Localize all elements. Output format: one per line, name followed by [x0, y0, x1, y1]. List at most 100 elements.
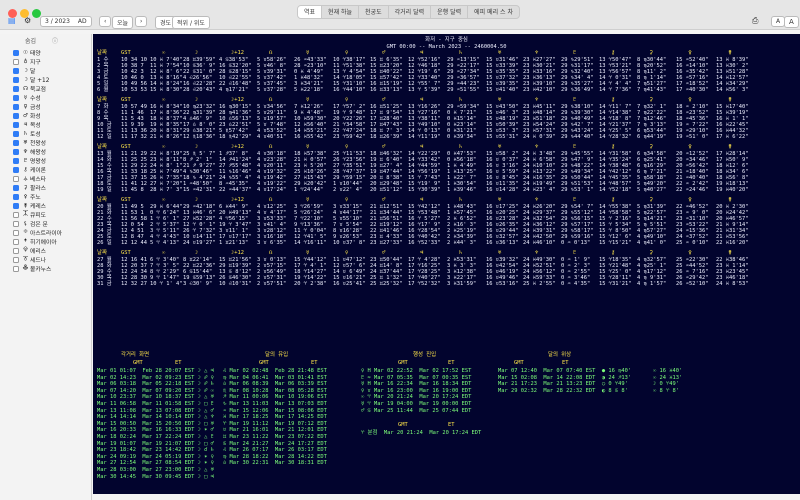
checkbox[interactable]: [13, 58, 19, 65]
sidebar-item-4[interactable]: ☊ 북교점: [13, 84, 46, 93]
sidebar-item-0[interactable]: ☉ 태양: [13, 48, 41, 57]
sidebar-item-21[interactable]: ⯒ 히기에이아: [13, 237, 57, 246]
checkbox[interactable]: [13, 103, 19, 110]
checkbox[interactable]: [13, 157, 19, 164]
sidebar-item-9[interactable]: ♄ 토성: [13, 129, 41, 138]
position-cell: 22 ♓16'20": [716, 240, 749, 246]
planet-glyph-icon: ☊: [23, 85, 28, 92]
gear-icon[interactable]: ⚙: [24, 16, 31, 25]
column-header: ♂: [382, 197, 386, 203]
column-header: ⚳: [649, 250, 653, 256]
month-field[interactable]: 3: [45, 18, 49, 25]
sidebar-item-5[interactable]: ☿ 수성: [13, 93, 41, 102]
planet-glyph-icon: ☽: [23, 76, 28, 83]
sidebar-item-13[interactable]: ⚷ 케이론: [13, 165, 46, 174]
position-cell: 15 ♈30'39": [408, 187, 441, 193]
checkbox[interactable]: [13, 139, 19, 146]
position-cell: 15 ♓ 8'30": [150, 87, 183, 93]
position-cell: 4 ♍ 1'57": [637, 281, 667, 287]
checkbox[interactable]: [13, 220, 19, 227]
sidebar-toggle-icon[interactable]: ▤: [8, 16, 16, 25]
checkbox[interactable]: [13, 238, 19, 245]
ingress-row: ♉ Mar 21 16:01 Mar 21 12:01 EDT: [223, 427, 327, 434]
column-header: ⚴: [688, 197, 692, 203]
sidebar-item-19[interactable]: ⚸ 검은 문: [13, 219, 48, 228]
column-header: ♄: [459, 250, 463, 256]
era-field[interactable]: AD: [78, 18, 87, 25]
sidebar-item-8[interactable]: ♃ 목성: [13, 120, 41, 129]
checkbox[interactable]: [13, 211, 19, 218]
date-field[interactable]: 3 / 2023 AD: [40, 16, 92, 27]
checkbox[interactable]: [13, 148, 19, 155]
position-cell: 13 ♈ 5'39": [408, 87, 441, 93]
column-header: ♃: [420, 197, 424, 203]
sidebar-item-16[interactable]: ⚴ 주노: [13, 192, 41, 201]
checkbox[interactable]: [13, 94, 19, 101]
checkbox[interactable]: [13, 265, 19, 272]
sidebar-item-18[interactable]: ⯰ 큐피도: [13, 210, 46, 219]
sidebar-item-label: 천왕성: [30, 141, 46, 147]
sidebar-item-label: 에리스: [30, 249, 46, 255]
sidebar-item-2[interactable]: ☽ 달: [13, 66, 35, 75]
sidebar-item-7[interactable]: ♂ 화성: [13, 111, 41, 120]
sidebar-item-14[interactable]: ⚶ 베스타: [13, 174, 46, 183]
sidebar-item-24[interactable]: ⯕ 볼카누스: [13, 264, 51, 273]
checkbox[interactable]: [13, 202, 19, 209]
sidebar-item-label: 지구: [30, 60, 41, 66]
aspect-row: Mar 23 18:42 Mar 23 14:42 EDT ☽ ☌ ♄: [97, 447, 214, 454]
next-month-button[interactable]: ›: [135, 16, 148, 27]
et-header: ET: [175, 360, 182, 366]
checkbox[interactable]: [13, 175, 19, 182]
column-header: ☿: [306, 144, 310, 150]
font-smaller-button[interactable]: A: [771, 16, 786, 27]
checkbox[interactable]: [13, 67, 19, 74]
print-icon[interactable]: ⎙: [752, 16, 758, 26]
column-header: ☽+12: [231, 97, 244, 103]
column-header: ☿: [306, 250, 310, 256]
checkbox[interactable]: [13, 49, 19, 56]
sidebar-item-11[interactable]: ♆ 해왕성: [13, 147, 46, 156]
sidebar-info-icon[interactable]: ⓘ: [52, 36, 58, 45]
ra-dec-toggle[interactable]: 적위 / 위도: [172, 16, 210, 29]
column-header: ⚵: [728, 50, 732, 56]
checkbox[interactable]: [13, 76, 19, 83]
year-field[interactable]: 2023: [55, 18, 70, 25]
previous-month-button[interactable]: ‹: [99, 16, 112, 27]
position-cell: 29 ♑53' 1": [561, 187, 594, 193]
checkbox[interactable]: [13, 247, 19, 254]
checkbox[interactable]: [13, 112, 19, 119]
checkbox[interactable]: [13, 256, 19, 263]
column-header: ☊: [269, 197, 273, 203]
sidebar-item-20[interactable]: ⯑ 아스트라이아: [13, 228, 62, 237]
checkbox[interactable]: [13, 85, 19, 92]
planet-glyph-icon: ⯰: [22, 211, 29, 217]
sidebar-item-1[interactable]: ♁ 지구: [13, 57, 41, 66]
aspect-row: Mar 13 11:08 Mar 13 07:08 EDT ☽ △ ♂: [97, 407, 214, 414]
sidebar-item-10[interactable]: ♅ 천왕성: [13, 138, 46, 147]
sidebar-item-label: 수성: [30, 96, 41, 102]
position-cell: 14 ♈ 7'36": [599, 87, 632, 93]
position-cell: 24 ♓ 0'39": [523, 134, 556, 140]
column-header: ⚷: [611, 250, 615, 256]
checkbox[interactable]: [13, 130, 19, 137]
checkbox[interactable]: [13, 184, 19, 191]
sidebar-item-3[interactable]: ☽ 달 +12: [13, 75, 49, 84]
checkbox[interactable]: [13, 121, 19, 128]
checkbox[interactable]: [13, 166, 19, 173]
checkbox[interactable]: [13, 193, 19, 200]
today-button[interactable]: 오늘: [112, 16, 134, 29]
sidebar-item-15[interactable]: ⚳ 팔라스: [13, 183, 46, 192]
sidebar-item-23[interactable]: ⯔ 세드나: [13, 255, 46, 264]
checkbox[interactable]: [13, 229, 19, 236]
planet-ingress-title: 행성 진입: [413, 352, 437, 358]
sidebar-item-6[interactable]: ♀ 금성: [13, 102, 41, 111]
date-cell: 26 일: [97, 240, 112, 246]
position-cell: 26 ♒52'10": [676, 281, 709, 287]
sidebar-item-12[interactable]: ♇ 명왕성: [13, 156, 46, 165]
sidebar-item-17[interactable]: ⚵ 케레스: [13, 201, 46, 210]
font-larger-button[interactable]: A: [784, 16, 799, 28]
sidebar-item-22[interactable]: ⯓ 에리스: [13, 246, 46, 255]
position-cell: 17 ♓ 6'22": [716, 134, 749, 140]
planet-glyph-icon: ⚴: [23, 193, 28, 200]
position-cell: 2 ♉22' 4": [333, 187, 363, 193]
